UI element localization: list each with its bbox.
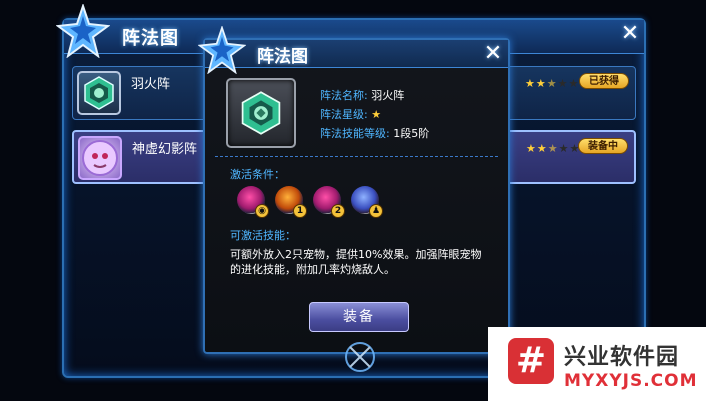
watermark-logo-icon: # [508, 338, 554, 384]
formation-row-name: 羽火阵 [131, 77, 171, 92]
formation-detail-popup: 阵法图 阵法名称: 羽火阵 阵法星级: ★ 阵法技能等级: 1段5阶 激活条件：… [203, 38, 510, 354]
watermark-cn-text: 兴业软件园 [564, 345, 680, 370]
fire-orb-icon[interactable]: 1 [275, 186, 307, 218]
blue-star-logo-icon [197, 24, 247, 75]
star-rating: ★★★★★ [526, 142, 581, 155]
person-orb-icon[interactable]: ♟ [351, 186, 383, 218]
equip-button[interactable]: 装备 [309, 302, 409, 332]
popup-titlebar: 阵法图 [205, 40, 508, 68]
activation-conditions-label: 激活条件： [230, 168, 285, 181]
status-badge: 已获得 [579, 73, 629, 89]
person-badge-icon: ♟ [369, 204, 383, 218]
formation-star-label: 阵法星级: [320, 108, 368, 121]
formation-row-name: 神虚幻影阵 [132, 142, 198, 157]
watermark-en-text: MYXYJS.COM [564, 371, 698, 391]
formation-name-value: 羽火阵 [371, 89, 405, 102]
formation-name-label: 阵法名称: [320, 89, 368, 102]
status-badge: 装备中 [578, 138, 628, 154]
condition-count-badge: 1 [293, 204, 307, 218]
formation-star-line: 阵法星级: ★ [320, 106, 381, 122]
formation-list-title: 阵法图 [122, 28, 179, 49]
popup-title: 阵法图 [257, 47, 308, 67]
site-watermark: # 兴业软件园 MYXYJS.COM [488, 327, 706, 401]
activation-conditions-list: ◉ 1 2 ♟ [237, 186, 437, 218]
section-divider [215, 156, 498, 157]
activatable-skills-label: 可激活技能： [230, 229, 296, 242]
skill-description: 可额外放入2只宠物，提供10%效果。加强阵眼宠物的进化技能，附加几率灼烧敌人。 [230, 248, 482, 276]
formation-skill-line: 阵法技能等级: 1段5阶 [320, 125, 429, 141]
back-close-button[interactable]: ✕ [617, 21, 643, 47]
eye-orb-icon[interactable]: ◉ [237, 186, 269, 218]
blue-star-logo-icon [55, 2, 111, 59]
eye-badge-icon: ◉ [255, 204, 269, 218]
formation-emblem-large-icon [226, 78, 296, 148]
phantom-creature-icon [78, 136, 122, 180]
swirl-orb-icon[interactable]: 2 [313, 186, 345, 218]
bottom-ornament-icon [338, 335, 382, 379]
half-star-icon: ★ [371, 108, 382, 121]
condition-count-badge: 2 [331, 204, 345, 218]
star-rating: ★★★★★ [525, 77, 580, 90]
formation-skill-label: 阵法技能等级: [320, 127, 390, 140]
formation-skill-value: 1段5阶 [393, 127, 430, 140]
formation-emblem-icon [77, 71, 121, 115]
popup-close-button[interactable]: ✕ [480, 41, 506, 67]
formation-name-line: 阵法名称: 羽火阵 [320, 87, 404, 103]
